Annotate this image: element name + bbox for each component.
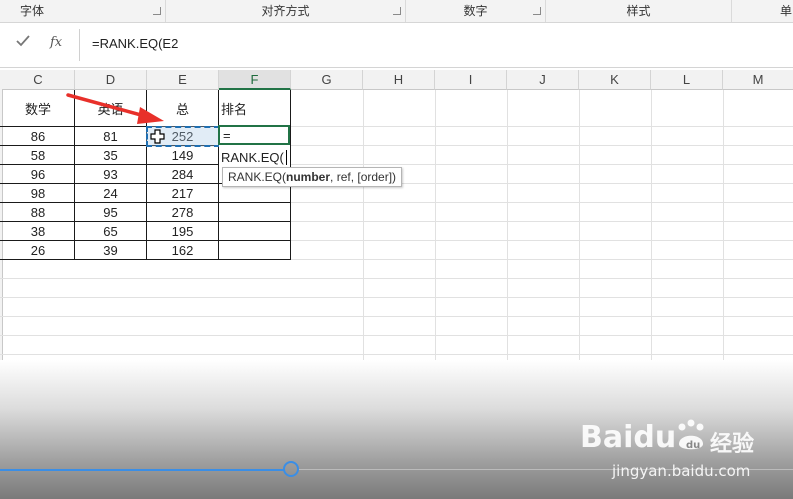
column-header-h[interactable]: H [363,70,435,90]
cell[interactable]: 35 [75,148,146,163]
cell[interactable]: 24 [75,186,146,201]
watermark-brand: Baidu [580,420,677,455]
cell[interactable]: 38 [2,224,74,239]
slider-handle[interactable] [283,461,299,477]
tooltip-function-name[interactable]: RANK.EQ( [228,170,286,184]
cell[interactable]: 96 [2,167,74,182]
ribbon-group-label: 单 [780,4,793,18]
annotation-arrow-icon [66,93,164,124]
grid-line [0,297,793,298]
cell[interactable]: 162 [147,243,218,258]
dialog-launcher-icon[interactable] [393,7,401,15]
dialog-launcher-icon[interactable] [153,7,161,15]
grid-line [0,278,793,279]
column-header-i[interactable]: I [435,70,507,90]
column-header-m[interactable]: M [723,70,793,90]
table-border [0,259,291,260]
cell[interactable]: 81 [75,129,146,144]
ribbon-group-font: 字体 [0,0,166,22]
paw-logo-icon: du [674,418,708,458]
cell[interactable]: 93 [75,167,146,182]
ribbon-group-bar: 字体 对齐方式 数字 样式 单 [0,0,793,23]
svg-text:du: du [686,440,700,451]
cell[interactable]: 195 [147,224,218,239]
ribbon-group-label: 数字 [463,4,488,18]
watermark: Baidu du 经验 jingyan.baidu.com [580,418,780,488]
watermark-product: 经验 [710,432,755,457]
table-border [0,221,291,222]
column-header-k[interactable]: K [579,70,651,90]
text-caret [286,150,287,165]
progress-line [0,469,285,471]
watermark-url: jingyan.baidu.com [612,462,751,480]
cell[interactable]: 39 [75,243,146,258]
cell[interactable]: 98 [2,186,74,201]
formula-bar-divider [79,29,80,61]
column-header-f[interactable]: F [219,70,291,90]
ribbon-group-alignment: 对齐方式 [166,0,406,22]
cell[interactable]: 86 [2,129,74,144]
tooltip-current-arg[interactable]: number [286,170,330,184]
cell-header-rank[interactable]: 排名 [221,99,290,118]
edit-cell-line2[interactable]: RANK.EQ( [221,150,284,165]
formula-input[interactable]: =RANK.EQ(E2 [92,36,178,51]
ribbon-group-label: 字体 [20,4,45,18]
column-header-l[interactable]: L [651,70,723,90]
checkmark-icon[interactable] [16,35,30,51]
edit-cell-line1[interactable]: = [223,128,231,143]
table-border [0,240,291,241]
column-header-g[interactable]: G [291,70,363,90]
ribbon-group-number: 数字 [406,0,546,22]
cell[interactable]: 88 [2,205,74,220]
grid-line [0,335,793,336]
grid-line [0,316,793,317]
ribbon-group-label: 样式 [626,4,651,18]
cell[interactable]: 149 [147,148,218,163]
ribbon-group-cells: 单 [732,0,793,22]
cell[interactable]: 95 [75,205,146,220]
ribbon-group-label: 对齐方式 [261,4,310,18]
cell[interactable]: 58 [2,148,74,163]
fx-icon[interactable]: fx [50,35,62,50]
tooltip-remaining-args: , ref, [order]) [330,170,397,184]
ribbon-group-styles: 样式 [546,0,732,22]
cross-cursor-icon [150,129,165,148]
cell[interactable]: 217 [147,186,218,201]
dialog-launcher-icon[interactable] [533,7,541,15]
cell[interactable]: 65 [75,224,146,239]
grid-line [0,354,793,355]
formula-bar: fx =RANK.EQ(E2 [0,23,793,68]
cell[interactable]: 278 [147,205,218,220]
cell[interactable]: 284 [147,167,218,182]
table-border [218,90,219,259]
function-tooltip[interactable]: RANK.EQ(number, ref, [order]) [222,167,403,187]
cell[interactable]: 26 [2,243,74,258]
column-header-j[interactable]: J [507,70,579,90]
table-border [0,202,291,203]
